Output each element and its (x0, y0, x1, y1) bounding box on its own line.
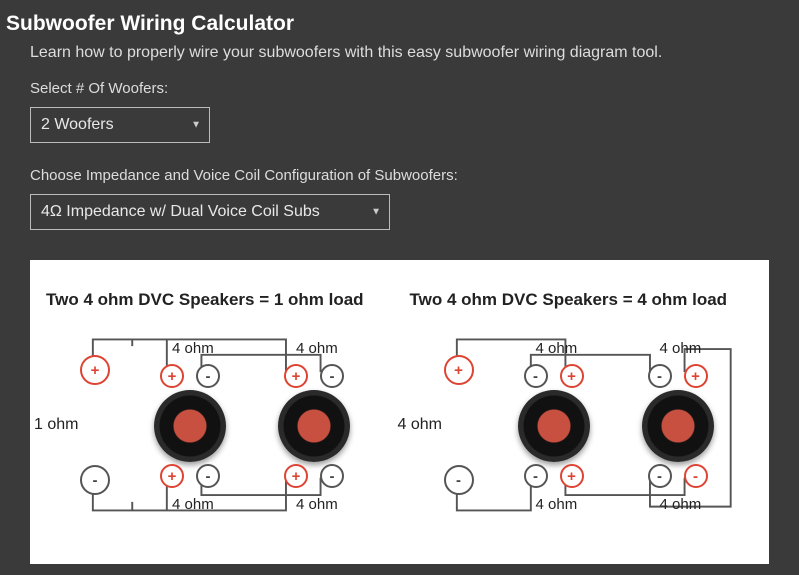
speaker-icon (518, 390, 590, 462)
coil-minus-terminal: - (196, 464, 220, 488)
coil-minus-terminal: - (684, 464, 708, 488)
coil-plus-terminal: + (560, 364, 584, 388)
coil-plus-terminal: + (284, 364, 308, 388)
woofers-select[interactable]: 2 Woofers ▼ (30, 107, 210, 143)
diagram-title: Two 4 ohm DVC Speakers = 4 ohm load (410, 290, 760, 310)
speaker-icon (642, 390, 714, 462)
impedance-select-value: 4Ω Impedance w/ Dual Voice Coil Subs (41, 203, 320, 220)
ohm-label: 4 ohm (536, 340, 578, 357)
amp-plus-terminal: + (80, 355, 110, 385)
chevron-down-icon: ▼ (191, 120, 201, 131)
diagram-1ohm: Two 4 ohm DVC Speakers = 1 ohm load + - … (40, 290, 396, 524)
ohm-label: 4 ohm (172, 496, 214, 513)
ohm-label: 4 ohm (296, 496, 338, 513)
coil-plus-terminal: + (560, 464, 584, 488)
coil-plus-terminal: + (160, 464, 184, 488)
load-label: 1 ohm (34, 416, 78, 434)
coil-plus-terminal: + (684, 364, 708, 388)
amp-minus-terminal: - (80, 465, 110, 495)
coil-plus-terminal: + (284, 464, 308, 488)
woofers-select-value: 2 Woofers (41, 116, 114, 133)
ohm-label: 4 ohm (536, 496, 578, 513)
page-title: Subwoofer Wiring Calculator (0, 0, 799, 44)
amp-minus-terminal: - (444, 465, 474, 495)
coil-minus-terminal: - (648, 464, 672, 488)
coil-minus-terminal: - (196, 364, 220, 388)
wiring-diagram-panel: Two 4 ohm DVC Speakers = 1 ohm load + - … (30, 260, 769, 564)
ohm-label: 4 ohm (660, 340, 702, 357)
amp-plus-terminal: + (444, 355, 474, 385)
diagram-4ohm: Two 4 ohm DVC Speakers = 4 ohm load + - … (404, 290, 760, 524)
coil-minus-terminal: - (524, 464, 548, 488)
impedance-select[interactable]: 4Ω Impedance w/ Dual Voice Coil Subs ▼ (30, 194, 390, 230)
impedance-label: Choose Impedance and Voice Coil Configur… (30, 167, 769, 184)
diagram-title: Two 4 ohm DVC Speakers = 1 ohm load (46, 290, 396, 310)
coil-minus-terminal: - (320, 464, 344, 488)
woofers-label: Select # Of Woofers: (30, 80, 769, 97)
coil-plus-terminal: + (160, 364, 184, 388)
load-label: 4 ohm (398, 416, 442, 434)
ohm-label: 4 ohm (172, 340, 214, 357)
coil-minus-terminal: - (320, 364, 344, 388)
coil-minus-terminal: - (524, 364, 548, 388)
chevron-down-icon: ▼ (371, 207, 381, 218)
speaker-icon (154, 390, 226, 462)
ohm-label: 4 ohm (660, 496, 702, 513)
coil-minus-terminal: - (648, 364, 672, 388)
ohm-label: 4 ohm (296, 340, 338, 357)
intro-text: Learn how to properly wire your subwoofe… (30, 44, 769, 62)
speaker-icon (278, 390, 350, 462)
